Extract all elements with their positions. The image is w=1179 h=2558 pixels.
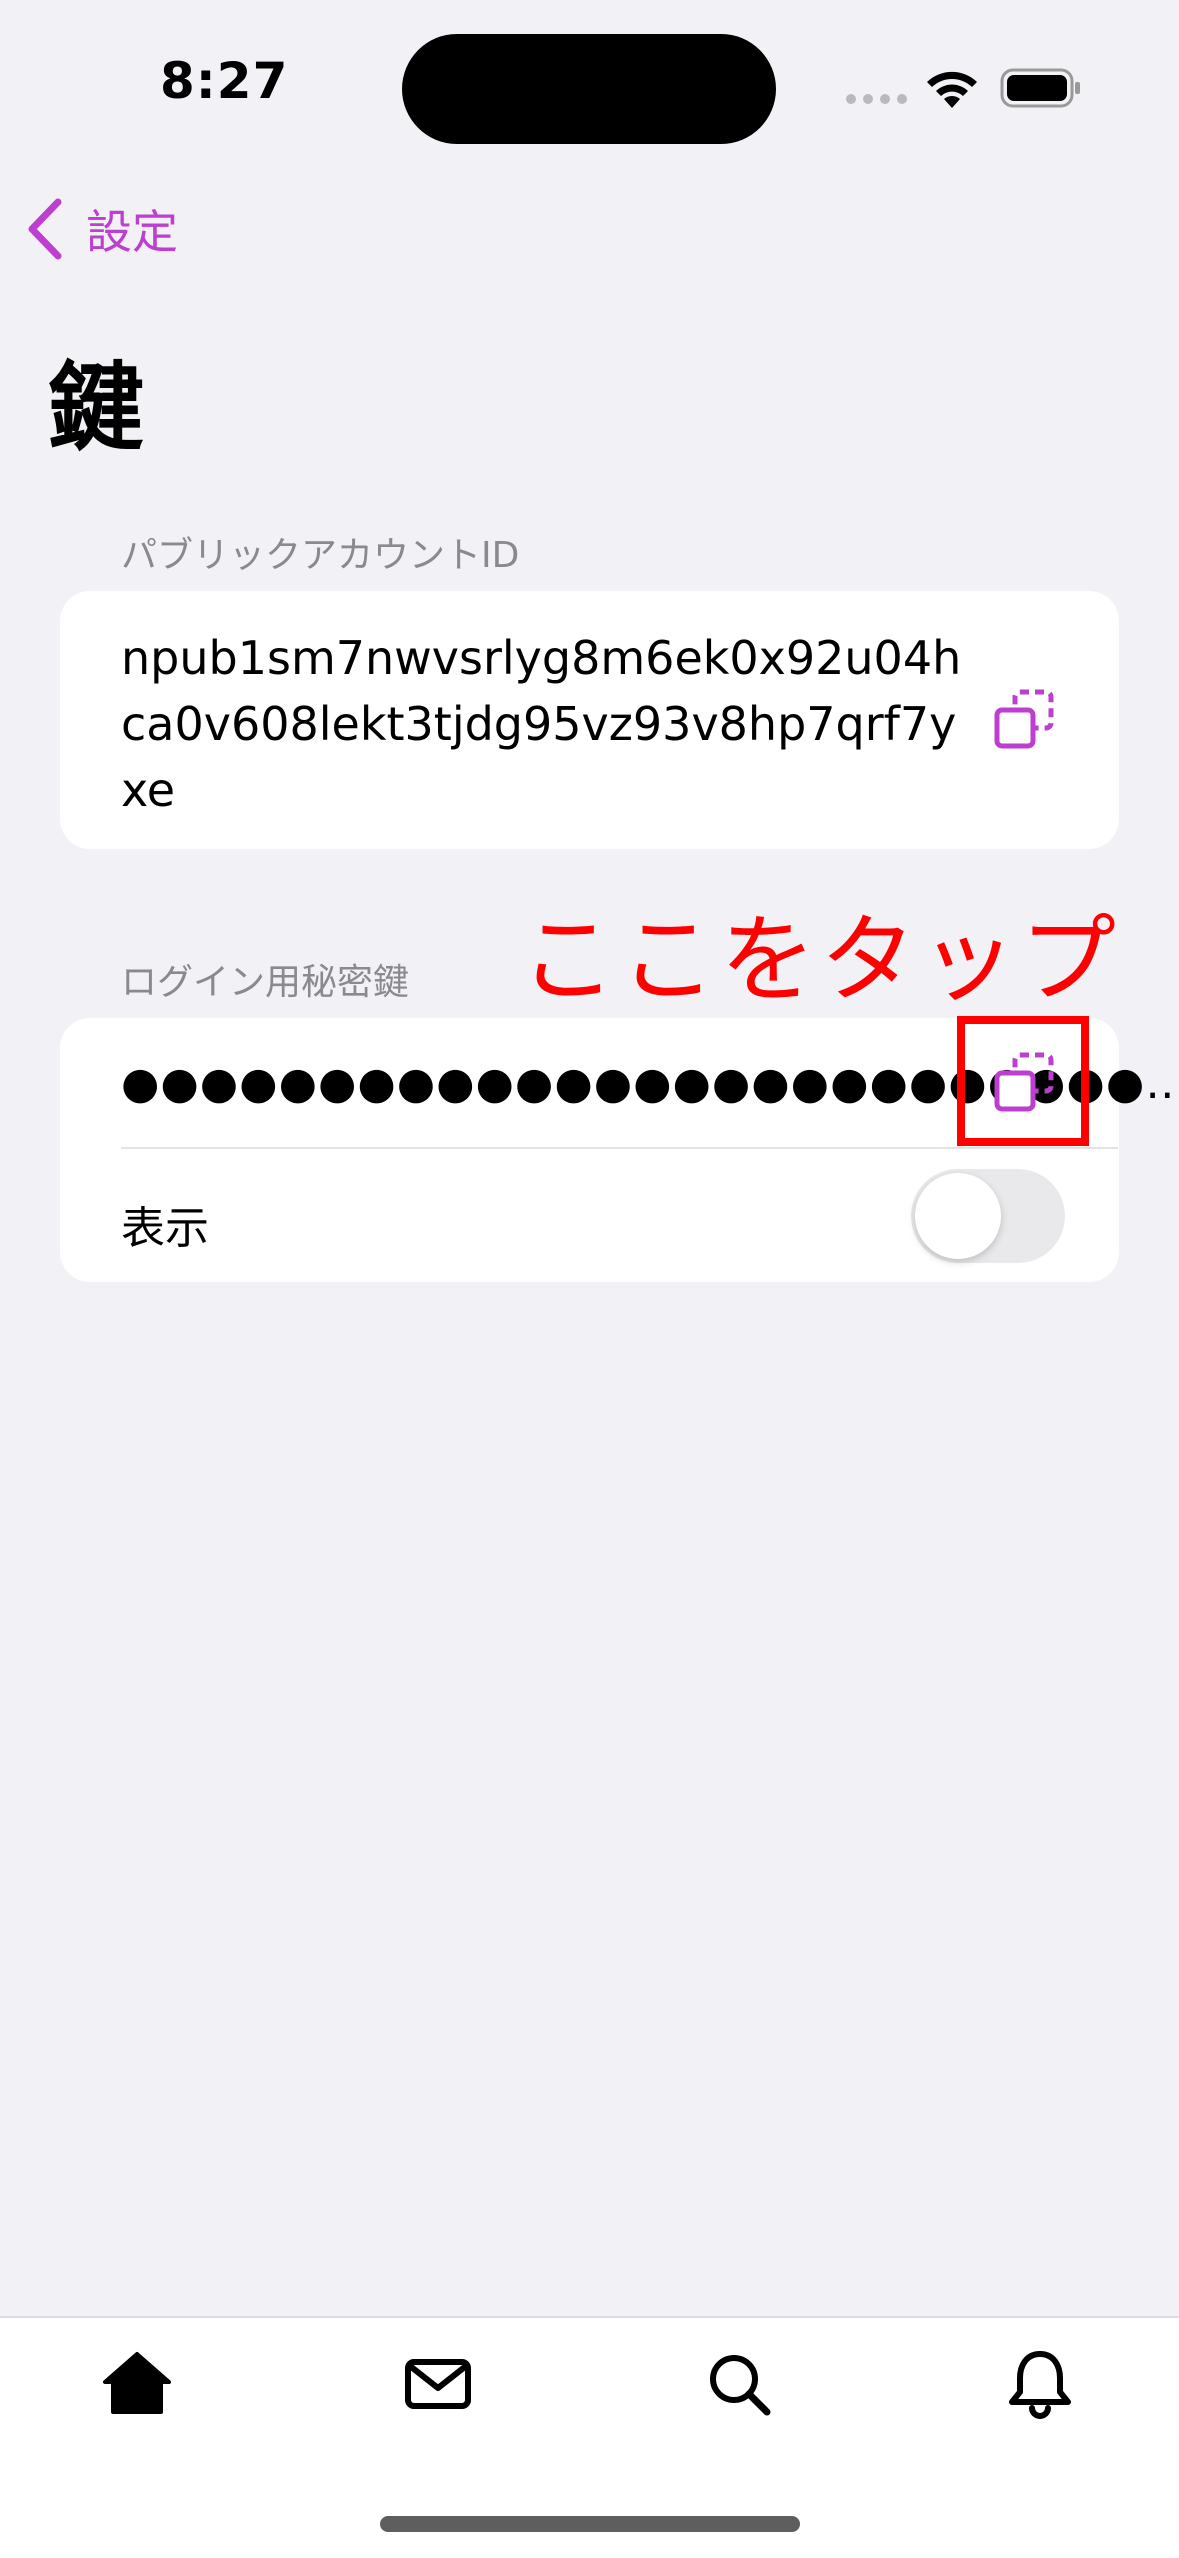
cellular-signal-icon (846, 94, 907, 104)
bell-icon[interactable] (1004, 2348, 1076, 2420)
mail-icon[interactable] (402, 2348, 474, 2420)
public-id-section-label: パブリックアカウントID (121, 535, 520, 576)
row-divider (121, 1147, 1118, 1149)
show-secret-label: 表示 (121, 1203, 209, 1254)
annotation-text: ここをタップ (520, 904, 1120, 1016)
public-id-value: npub1sm7nwvsrlyg8m6ek0x92u04hca0v608lekt… (121, 631, 962, 817)
back-label: 設定 (86, 205, 178, 259)
secret-key-section-label: ログイン用秘密鍵 (121, 962, 410, 1003)
home-indicator (380, 2516, 800, 2532)
back-button[interactable]: 設定 (26, 196, 178, 262)
wifi-icon (927, 71, 977, 108)
page-title: 鍵 (48, 352, 144, 464)
dynamic-island (402, 34, 776, 144)
show-secret-toggle[interactable] (911, 1169, 1065, 1263)
annotation-highlight-box (957, 1016, 1089, 1146)
status-time: 8:27 (160, 52, 289, 110)
search-icon[interactable] (703, 2348, 775, 2420)
battery-icon (1000, 68, 1080, 108)
toggle-knob (915, 1173, 1001, 1259)
chevron-left-icon (28, 198, 62, 260)
home-icon[interactable] (101, 2348, 173, 2420)
copy-public-id-button[interactable] (991, 686, 1059, 754)
